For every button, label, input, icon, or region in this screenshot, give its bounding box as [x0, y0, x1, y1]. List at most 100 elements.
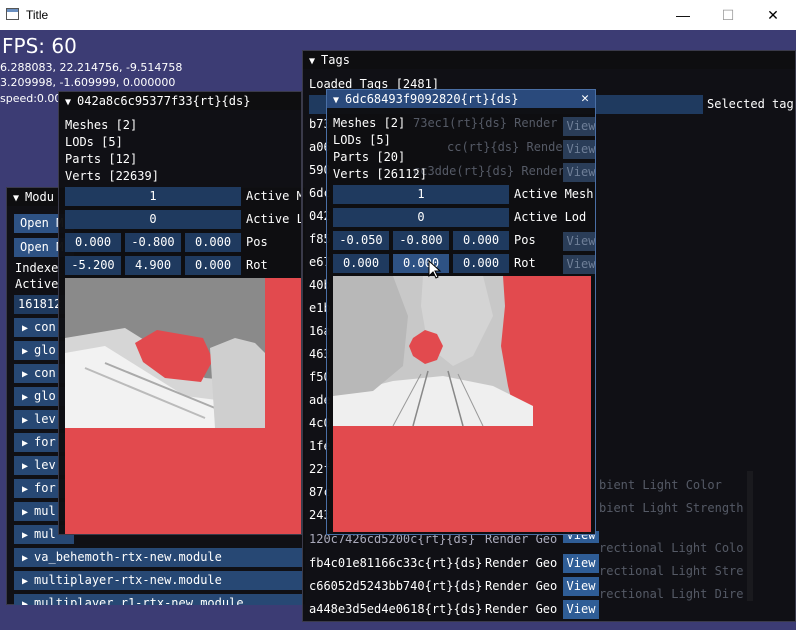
module-item[interactable]: ▶ multiplayer-rtx-new.module	[14, 571, 302, 590]
module-item-label: mul	[34, 504, 56, 518]
close-icon[interactable]: ✕	[581, 90, 589, 108]
active-lod-input[interactable]: 0	[333, 208, 509, 227]
module-item-label: lev	[34, 458, 56, 472]
pos-z-input[interactable]: 0.000	[185, 233, 241, 252]
mesh-viewport[interactable]	[65, 278, 302, 534]
rot-x-input[interactable]: 0.000	[333, 254, 389, 273]
rot-label: Rot	[246, 258, 268, 272]
ambient-light-strength-label: bient Light Strength	[599, 501, 744, 515]
module-item-label: mul	[34, 527, 56, 541]
indexed-label: Indexe	[15, 261, 59, 275]
expand-triangle-icon: ▶	[22, 599, 29, 605]
collapse-triangle-icon[interactable]: ▼	[65, 94, 71, 110]
pos-y-input[interactable]: -0.800	[125, 233, 181, 252]
pos-z-input[interactable]: 0.000	[453, 231, 509, 250]
tags-window-header[interactable]: ▼ Tags	[303, 51, 795, 69]
collapse-triangle-icon[interactable]: ▼	[333, 92, 339, 108]
close-button[interactable]: ✕	[750, 0, 796, 30]
rot-label: Rot	[514, 256, 536, 270]
background-text: 73ec1(rt}{ds} Render Geo	[413, 116, 587, 130]
tag-row-id[interactable]: a448e3d5ed4e0618{rt}{ds}	[309, 602, 482, 616]
module-item[interactable]: ▶ va_behemoth-rtx-new.module	[14, 548, 302, 567]
expand-triangle-icon: ▶	[22, 484, 29, 495]
render-geo-window-title: 042a8c6c95377f33{rt}{ds}	[77, 94, 251, 108]
window-title: Title	[26, 8, 49, 22]
view-button[interactable]: View	[563, 600, 599, 619]
directional-light-strength-label: rectional Light Stre	[599, 564, 744, 578]
rot-y-input[interactable]: 4.900	[125, 256, 181, 275]
app-icon	[6, 8, 19, 20]
expand-triangle-icon: ▶	[22, 461, 29, 472]
render-geo-window-title: 6dc68493f9092820{rt}{ds}	[345, 92, 519, 106]
render-geo-window: ▼ 042a8c6c95377f33{rt}{ds} Meshes [2] LOD…	[58, 91, 302, 535]
directional-light-color-label: rectional Light Colo	[599, 541, 744, 555]
meshes-count: Meshes [2]	[65, 118, 138, 132]
expand-triangle-icon: ▶	[22, 415, 29, 426]
expand-triangle-icon: ▶	[22, 369, 29, 380]
render-geo-window-header[interactable]: ▼ 042a8c6c95377f33{rt}{ds}	[59, 92, 301, 110]
expand-triangle-icon: ▶	[22, 553, 29, 564]
module-item-label: con	[34, 366, 56, 380]
parts-count: Parts [12]	[65, 152, 138, 166]
collapse-triangle-icon[interactable]: ▼	[309, 53, 315, 69]
module-item-label: con	[34, 320, 56, 334]
render-geo-window-active: ▼ 6dc68493f9092820{rt}{ds} ✕ 73ec1(rt}{ds}…	[326, 89, 596, 535]
pos-y-input[interactable]: -0.800	[393, 231, 449, 250]
parts-count: Parts [20]	[333, 150, 406, 164]
tag-row-id[interactable]: fb4c01e81166c33c{rt}{ds}	[309, 556, 482, 570]
scrollbar[interactable]	[747, 471, 753, 601]
tag-row-type: Render Geo	[485, 602, 558, 616]
view-button[interactable]: View	[563, 117, 595, 136]
window-titlebar: Title — ☐ ✕	[0, 0, 796, 30]
expand-triangle-icon: ▶	[22, 530, 29, 541]
expand-triangle-icon: ▶	[22, 507, 29, 518]
expand-triangle-icon: ▶	[22, 392, 29, 403]
module-item-label: for	[34, 481, 56, 495]
module-item[interactable]: ▶ multiplayer_r1-rtx-new.module	[14, 594, 302, 605]
view-button[interactable]: View	[563, 232, 595, 251]
tag-row-type: Render Geo	[485, 556, 558, 570]
active-label: Active	[15, 277, 59, 291]
pos-x-input[interactable]: 0.000	[65, 233, 121, 252]
view-button[interactable]: View	[563, 255, 595, 274]
rot-z-input[interactable]: 0.000	[453, 254, 509, 273]
fps-counter: FPS: 60	[2, 34, 77, 58]
pos-label: Pos	[246, 235, 268, 249]
module-item-label: multiplayer-rtx-new.module	[34, 573, 222, 587]
rot-z-input[interactable]: 0.000	[185, 256, 241, 275]
selected-tag-label: Selected tag	[707, 97, 794, 111]
minimize-button[interactable]: —	[660, 0, 706, 30]
expand-triangle-icon: ▶	[22, 576, 29, 587]
meshes-count: Meshes [2]	[333, 116, 406, 130]
module-item-label: glo	[34, 389, 56, 403]
maximize-button[interactable]: ☐	[705, 0, 751, 30]
view-button[interactable]: View	[563, 140, 595, 159]
module-item-label: va_behemoth-rtx-new.module	[34, 550, 222, 564]
active-lod-input[interactable]: 0	[65, 210, 241, 229]
verts-count: Verts [22639]	[65, 169, 159, 183]
tag-row-id[interactable]: c66052d5243bb740{rt}{ds}	[309, 579, 482, 593]
render-geo-window-header[interactable]: ▼ 6dc68493f9092820{rt}{ds} ✕	[327, 90, 595, 108]
tags-window-title: Tags	[321, 53, 350, 67]
view-button[interactable]: View	[563, 163, 595, 182]
module-item-label: multiplayer_r1-rtx-new.module	[34, 596, 244, 605]
verts-count: Verts [26112]	[333, 167, 427, 181]
mesh-viewport[interactable]	[333, 276, 591, 532]
view-button[interactable]: View	[563, 577, 599, 596]
pos-x-input[interactable]: -0.050	[333, 231, 389, 250]
active-lod-label: Active Lod	[514, 210, 587, 224]
expand-triangle-icon: ▶	[22, 323, 29, 334]
directional-light-direction-label: rectional Light Dire	[599, 587, 744, 601]
pos-label: Pos	[514, 233, 536, 247]
rot-x-input[interactable]: -5.200	[65, 256, 121, 275]
expand-triangle-icon: ▶	[22, 438, 29, 449]
active-mesh-label: Active M	[246, 189, 302, 203]
module-item-label: for	[34, 435, 56, 449]
view-button[interactable]: View	[563, 554, 599, 573]
active-mesh-input[interactable]: 1	[333, 185, 509, 204]
collapse-triangle-icon[interactable]: ▼	[13, 190, 19, 206]
expand-triangle-icon: ▶	[22, 346, 29, 357]
lods-count: LODs [5]	[333, 133, 391, 147]
active-mesh-input[interactable]: 1	[65, 187, 241, 206]
ambient-light-color-label: bient Light Color	[599, 478, 722, 492]
